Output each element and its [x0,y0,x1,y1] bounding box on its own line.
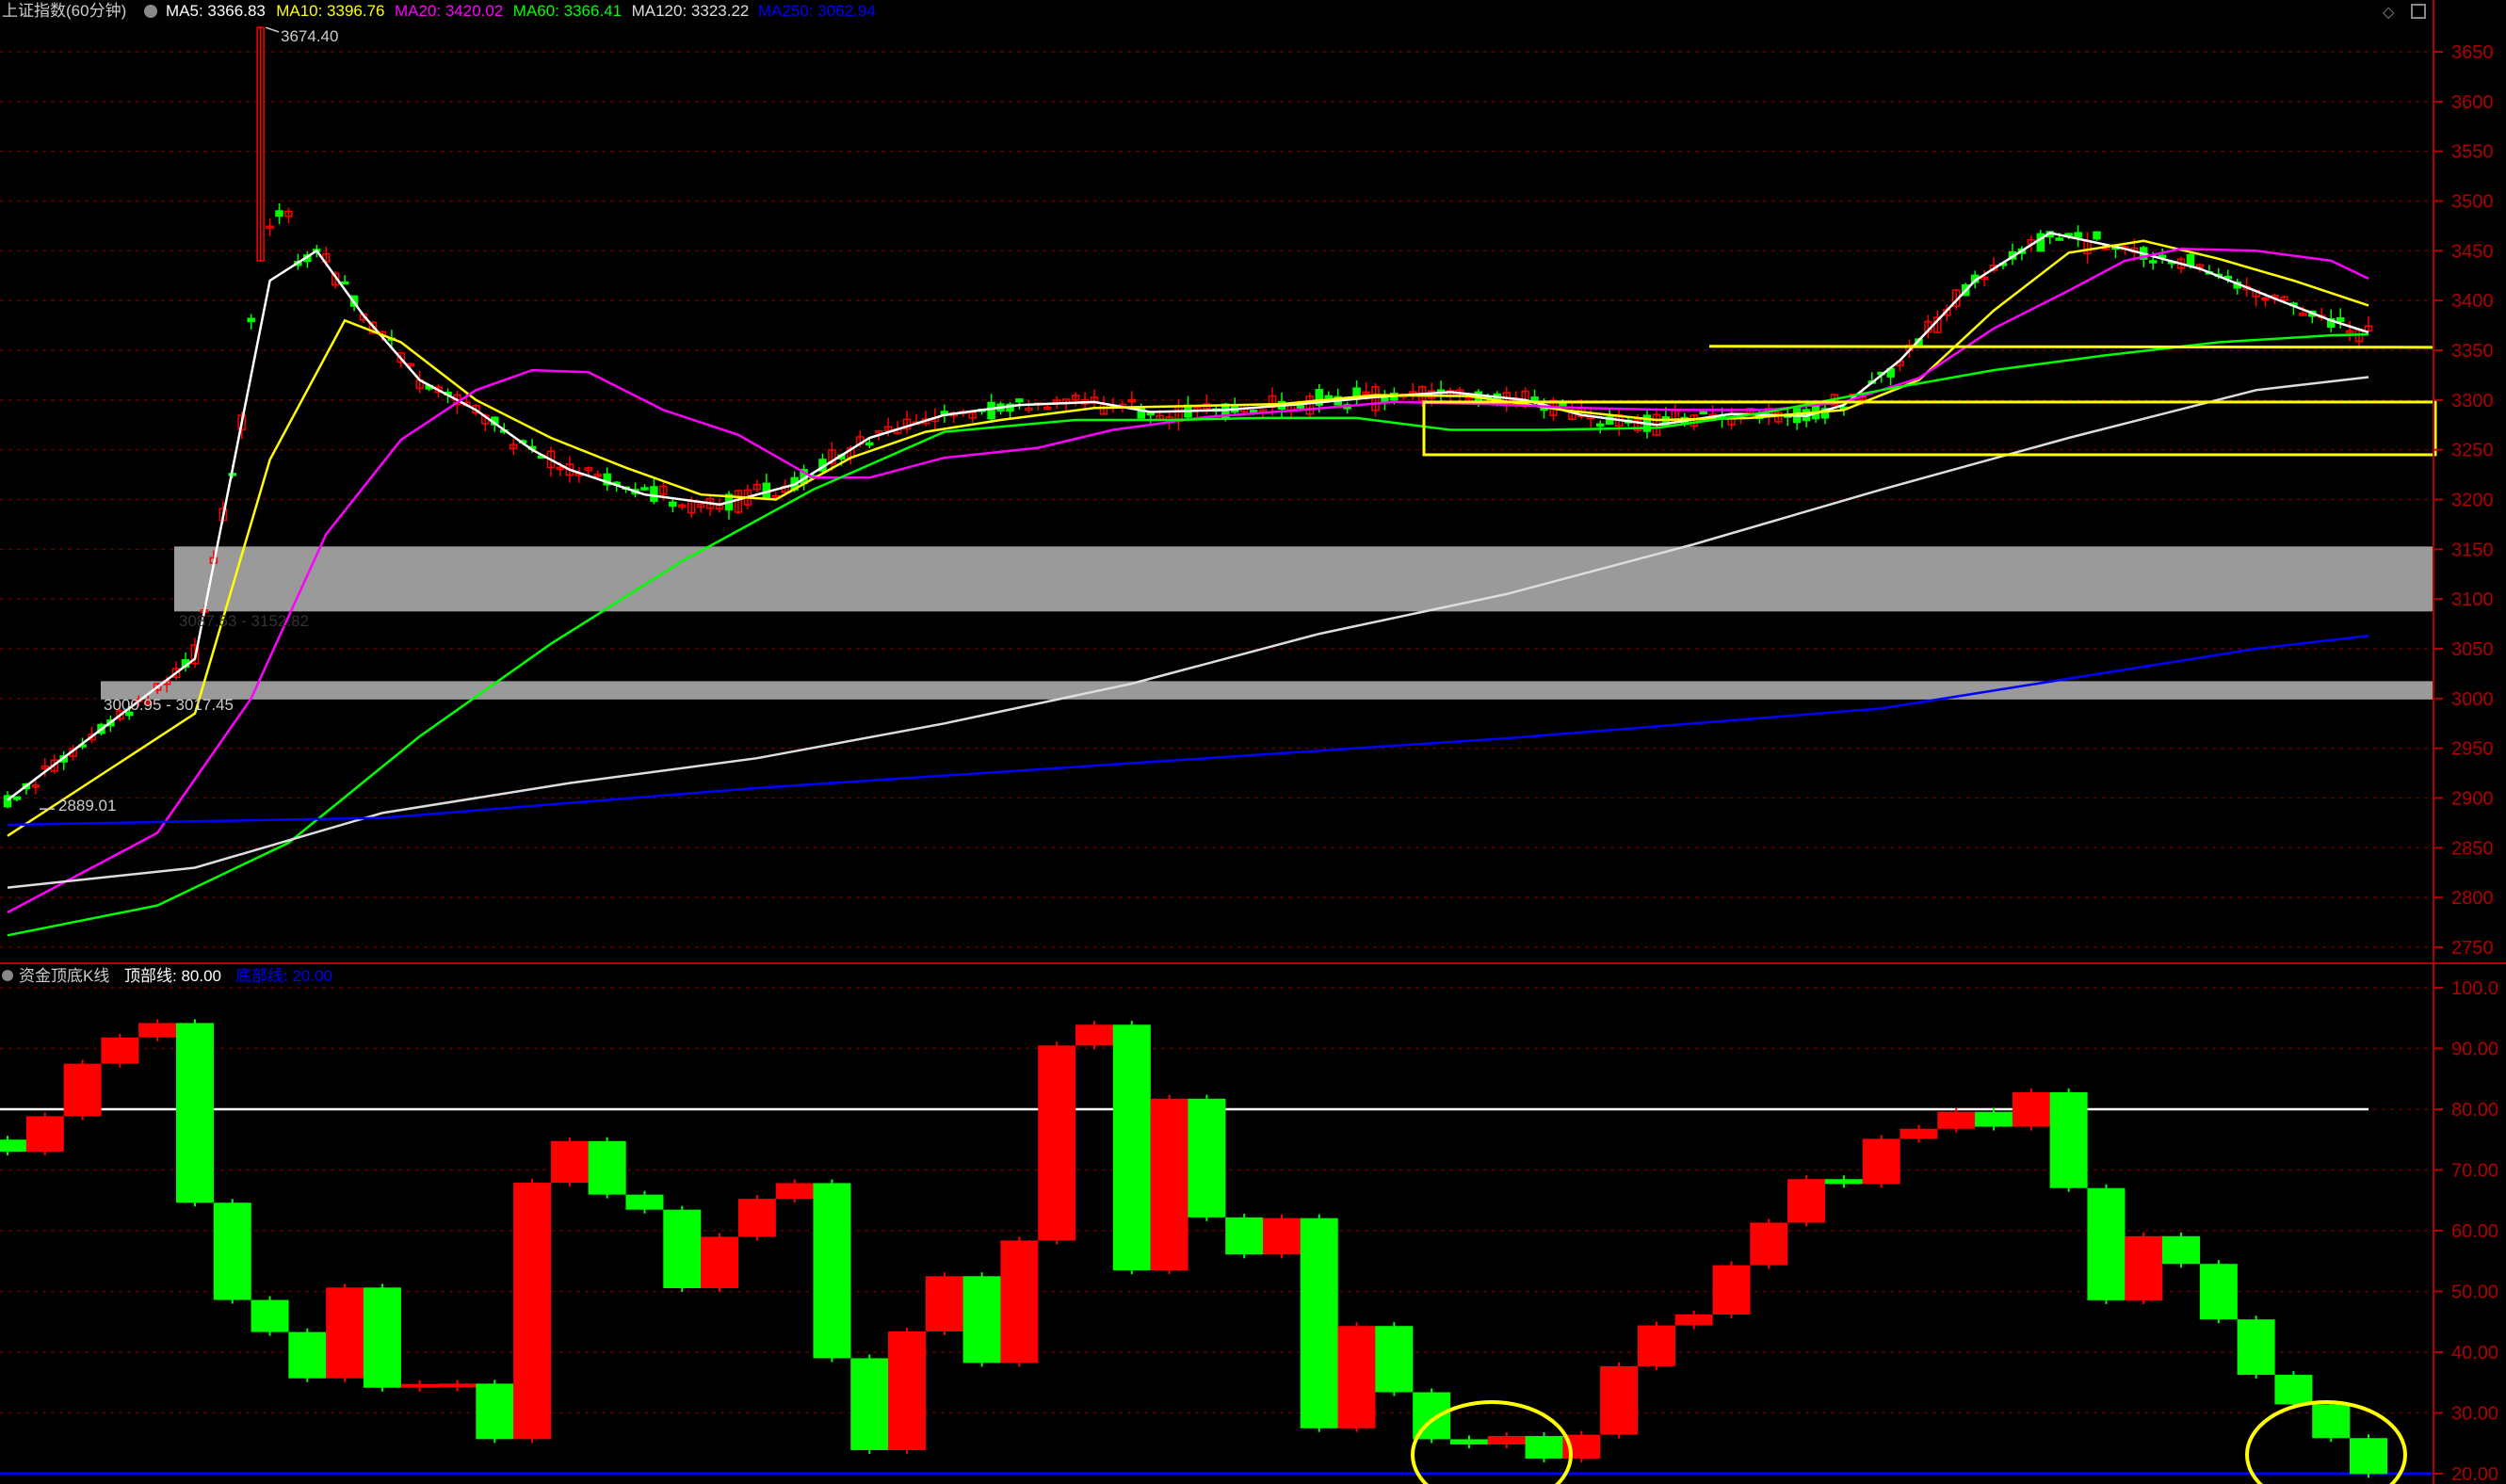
support-band [174,546,2433,612]
price-tick-label: 3500 [2451,192,2494,213]
collapse-icon-lower[interactable] [2,970,13,981]
low-annotation: 2889.01 [58,797,116,815]
ma-legend-item: MA20: 3420.02 [395,2,503,20]
lower-panel-title: 资金顶底K线 [19,967,109,985]
price-tick-label: 3400 [2451,291,2494,312]
diamond-icon[interactable]: ◇ [2383,5,2395,21]
price-tick-label: 2950 [2451,739,2494,760]
upper-panel-title: 上证指数(60分钟) [2,2,126,20]
price-candle-down [340,281,349,285]
bottom-line-label: 底部线: 20.00 [235,967,332,985]
price-candle-down [1595,423,1605,427]
price-candle-down [1324,395,1333,399]
price-candle-down [1381,396,1389,403]
ma-legend-item: MA5: 3366.83 [166,2,266,20]
price-candle-down [640,487,649,491]
price-tick-label: 2750 [2451,938,2494,959]
price-tick-label: 2850 [2451,838,2494,859]
price-candle-down [2148,260,2158,264]
ma-legend-item: MA10: 3396.76 [276,2,384,20]
price-candle-down [2055,237,2063,241]
price-tick-label: 3300 [2451,391,2494,411]
price-tick-label: 3550 [2451,142,2494,163]
ma-legend-item: MA60: 3366.41 [513,2,622,20]
price-candle-down [1530,396,1539,402]
price-tick-label: 3650 [2451,42,2494,63]
price-candle-down [275,210,283,218]
price-tick-label: 3000 [2451,689,2494,710]
price-candle-down [650,486,658,502]
price-tick-label: 3050 [2451,639,2494,660]
band1-annotation: 3087.53 - 3152.82 [179,612,309,630]
price-tick-label: 3450 [2451,241,2494,262]
price-candle-down [987,401,995,420]
price-candle-down [2336,316,2345,323]
ma-legend-item: MA250: 3062.94 [758,2,876,20]
price-candle-down [2074,232,2082,238]
price-tick-label: 3250 [2451,441,2494,461]
collapse-icon[interactable] [144,5,157,18]
price-tick-label: 3100 [2451,589,2494,610]
price-tick-label: 3150 [2451,540,2494,560]
price-candle-down [2093,231,2101,240]
price-candle-down [247,317,255,323]
price-tick-label: 3350 [2451,341,2494,362]
indicator-tick-label: 90.00 [2451,1040,2498,1060]
chart-canvas: 3650 3600 3550 3500 3450 3400 3350 3300 3250 3200… [0,0,2506,1484]
indicator-tick-label: 50.00 [2451,1282,2498,1303]
high-annotation: 3674.40 [281,27,338,45]
price-candle-down [2186,253,2195,266]
indicator-tick-label: 80.00 [2451,1100,2498,1121]
indicator-tick-label: 60.00 [2451,1221,2498,1242]
price-candle-down [865,442,874,446]
indicator-tick-label: 20.00 [2451,1464,2498,1484]
ma-legend-item: MA120: 3323.22 [632,2,750,20]
indicator-tick-label: 30.00 [2451,1404,2498,1425]
price-candle-down [669,501,677,508]
indicator-candle-down [0,1139,26,1153]
band2-annotation: 3000.95 - 3017.45 [104,696,234,714]
indicator-tick-label: 70.00 [2451,1161,2498,1182]
price-candle-down [1699,411,1707,415]
top-line-label: 顶部线: 80.00 [124,967,221,985]
price-candle-down [1249,410,1258,413]
support-band [101,681,2433,700]
indicator-tick-label: 100.0 [2451,978,2498,999]
price-tick-label: 3600 [2451,92,2494,113]
price-tick-label: 2900 [2451,789,2494,810]
price-tick-label: 3200 [2451,491,2494,511]
indicator-tick-label: 40.00 [2451,1343,2498,1363]
price-candle-down [12,796,22,800]
price-candle-down [1015,398,1024,403]
price-tick-label: 2800 [2451,888,2494,909]
